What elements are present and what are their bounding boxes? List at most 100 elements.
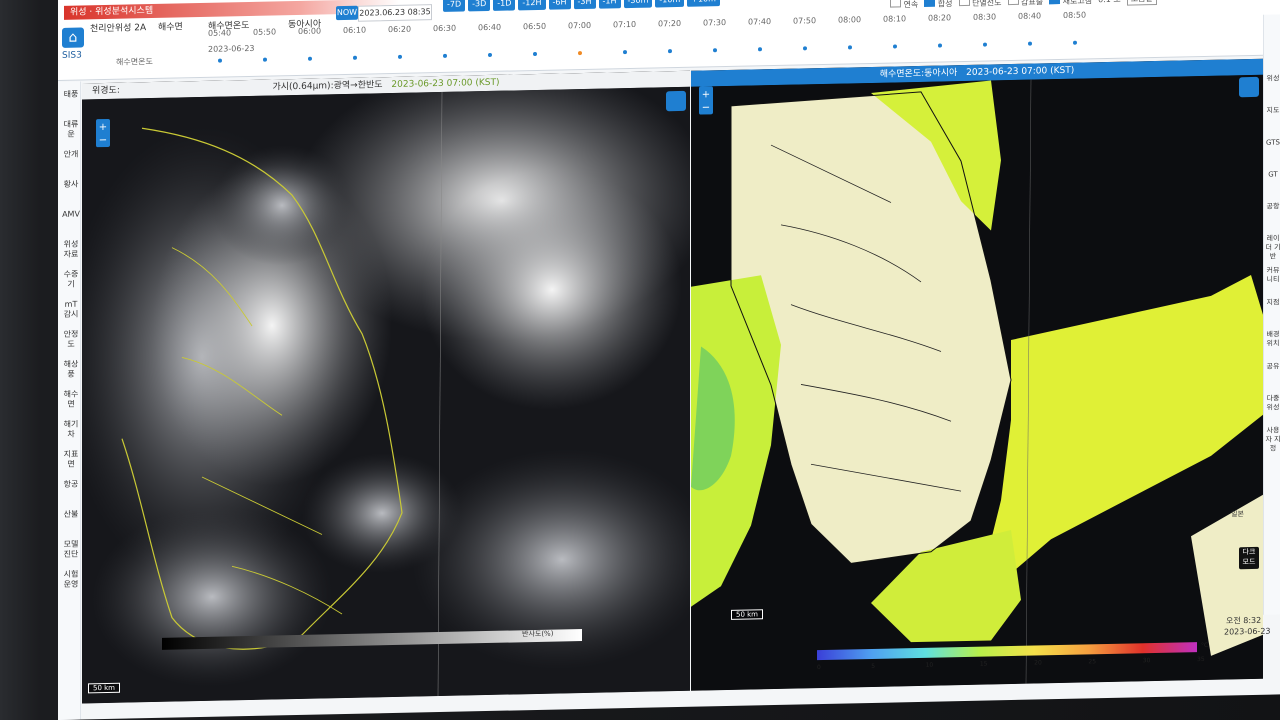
satellite-select[interactable]: 천리안위성 2A	[90, 20, 146, 37]
timeline-point[interactable]	[263, 57, 267, 62]
clock-time: 오전 8:32	[1226, 615, 1262, 626]
timeline-point[interactable]	[398, 54, 402, 59]
sidebar-item[interactable]: 해기차	[60, 419, 82, 439]
timeline-label: 08:10	[883, 14, 907, 24]
timeline-label: 08:00	[838, 15, 862, 25]
right-sidebar-item[interactable]: 레이더 기반	[1265, 234, 1280, 261]
sidebar-item[interactable]: 대류운	[60, 119, 82, 139]
sidebar-item[interactable]: 안개	[60, 149, 82, 159]
right-sidebar-item[interactable]: GTS	[1265, 138, 1280, 147]
left-coord-label: 위경도:	[92, 85, 120, 97]
sidebar-item[interactable]: mT 감시	[60, 299, 82, 319]
checkbox-icon[interactable]	[1007, 0, 1019, 6]
timeline-point[interactable]	[1028, 41, 1032, 46]
now-button[interactable]: NOW	[336, 5, 358, 21]
sidebar-item[interactable]: 황사	[60, 179, 82, 189]
sidebar-item[interactable]: 위성자료	[60, 239, 82, 259]
step-button-9[interactable]: +10m	[687, 0, 720, 7]
step-button-1[interactable]: -3D	[468, 0, 491, 12]
time-step-bar: -7D-3D-1D-12H-6H-3H-1H-30m-10m+10m	[443, 0, 720, 12]
sst-map-image: + −	[691, 74, 1263, 691]
right-time-text: 2023-06-23 07:00 (KST)	[966, 65, 1075, 78]
step-button-4[interactable]: -6H	[548, 0, 571, 10]
step-button-5[interactable]: -3H	[573, 0, 596, 10]
step-button-0[interactable]: -7D	[443, 0, 466, 12]
left-colorbar-label: 반사도(%)	[522, 629, 554, 639]
timeline-label: 07:00	[568, 20, 592, 31]
timeline-point[interactable]	[893, 44, 897, 49]
timeline-point[interactable]	[623, 50, 627, 55]
right-sidebar-item[interactable]: 지점	[1265, 298, 1280, 307]
control-label: 갑표출	[1018, 0, 1044, 7]
timeline-point[interactable]	[488, 52, 492, 57]
japan-map-label: 일본	[1231, 510, 1244, 519]
right-sidebar-item[interactable]: 위성	[1265, 74, 1280, 83]
sidebar-item[interactable]: 모델 진단	[60, 539, 82, 559]
right-sidebar-item[interactable]: 커뮤니티	[1265, 266, 1280, 284]
sidebar-item[interactable]: 지표면	[60, 449, 82, 469]
control-1[interactable]: 합성	[924, 0, 953, 10]
checkbox-icon[interactable]	[890, 0, 901, 8]
right-sidebar-item[interactable]: 공유	[1265, 362, 1280, 371]
visible-image-panel[interactable]: 위경도: 가시(0.64μm):광역→한반도 2023-06-23 07:00 …	[82, 70, 690, 704]
right-sidebar-item[interactable]: 배경 위치	[1265, 330, 1280, 348]
sidebar-item[interactable]: 시험 운영	[60, 569, 82, 589]
right-sidebar-item[interactable]: 다중 위성	[1265, 394, 1280, 412]
timeline-point[interactable]	[443, 53, 447, 58]
timeline-label: 07:30	[703, 18, 727, 28]
checkbox-icon[interactable]	[1049, 0, 1061, 5]
timeline-point[interactable]	[983, 42, 987, 47]
timeline-point[interactable]	[803, 46, 807, 51]
right-sidebar-item[interactable]: 사용자 지정	[1265, 426, 1280, 453]
sidebar-item[interactable]: 산불	[60, 509, 82, 519]
help-button[interactable]: 도움말	[1126, 0, 1157, 6]
control-0[interactable]: 연속	[890, 0, 918, 11]
date-input[interactable]: 2023.06.23 08:35	[358, 4, 432, 22]
visible-satellite-image: + −	[82, 86, 690, 704]
sidebar-item[interactable]: 태풍	[60, 89, 82, 99]
step-button-8[interactable]: -10m	[655, 0, 685, 8]
timeline-point[interactable]	[578, 51, 582, 56]
brand-label: SIS3	[62, 50, 82, 61]
home-icon[interactable]: ⌂	[62, 27, 84, 48]
control-4[interactable]: 새로고침	[1049, 0, 1092, 7]
timeline-point[interactable]	[938, 43, 942, 48]
timeline-label: 05:40	[208, 28, 232, 38]
timeline-point[interactable]	[1073, 40, 1077, 45]
right-sidebar-item[interactable]: 공항	[1265, 202, 1280, 211]
checkbox-icon[interactable]	[958, 0, 970, 7]
monitor-screen: 위성 · 위성분석시스템 ⌂ SIS3 천리안위성 2A 해수면 해수면온도 동…	[58, 0, 1280, 720]
colorbar-tick: 15	[979, 660, 988, 668]
timeline-point[interactable]	[353, 55, 357, 60]
left-time-text: 2023-06-23 07:00 (KST)	[391, 77, 500, 91]
step-button-7[interactable]: -30m	[623, 0, 653, 9]
step-button-3[interactable]: -12H	[518, 0, 546, 11]
sidebar-item[interactable]: AMV	[60, 209, 82, 219]
control-3[interactable]: 갑표출	[1007, 0, 1044, 8]
sidebar-item[interactable]: 안정도	[60, 329, 82, 349]
sidebar-item[interactable]: 항공	[60, 479, 82, 489]
dark-mode-button[interactable]: 다크 모드	[1239, 546, 1259, 570]
timeline-point[interactable]	[218, 58, 222, 63]
interval-select[interactable]: 0.1 초	[1098, 0, 1121, 5]
checkbox-icon[interactable]	[924, 0, 936, 7]
timeline-label: 08:40	[1018, 11, 1042, 21]
timeline-point[interactable]	[848, 45, 852, 50]
sidebar-item[interactable]: 수증기	[60, 269, 82, 289]
timeline-point[interactable]	[533, 51, 537, 57]
step-button-2[interactable]: -1D	[493, 0, 516, 11]
clock-date: 2023-06-23	[1224, 626, 1271, 637]
sidebar-item[interactable]: 해상풍	[60, 359, 82, 379]
timeline-point[interactable]	[668, 49, 672, 54]
sst-panel[interactable]: 해수면온도:동아시아 2023-06-23 07:00 (KST) + − 0 5…	[691, 58, 1263, 691]
right-sidebar-item[interactable]: GT	[1265, 170, 1280, 179]
colorbar-tick: 20	[1034, 659, 1042, 667]
sidebar-item[interactable]: 해수면	[60, 389, 82, 409]
timeline-point[interactable]	[308, 56, 312, 61]
control-2[interactable]: 단열선도	[958, 0, 1002, 9]
timeline-point[interactable]	[713, 48, 717, 53]
step-button-6[interactable]: -1H	[598, 0, 621, 9]
right-sidebar-item[interactable]: 지도	[1265, 106, 1280, 115]
timeline-point[interactable]	[758, 47, 762, 52]
product-select[interactable]: 해수면	[158, 19, 183, 36]
